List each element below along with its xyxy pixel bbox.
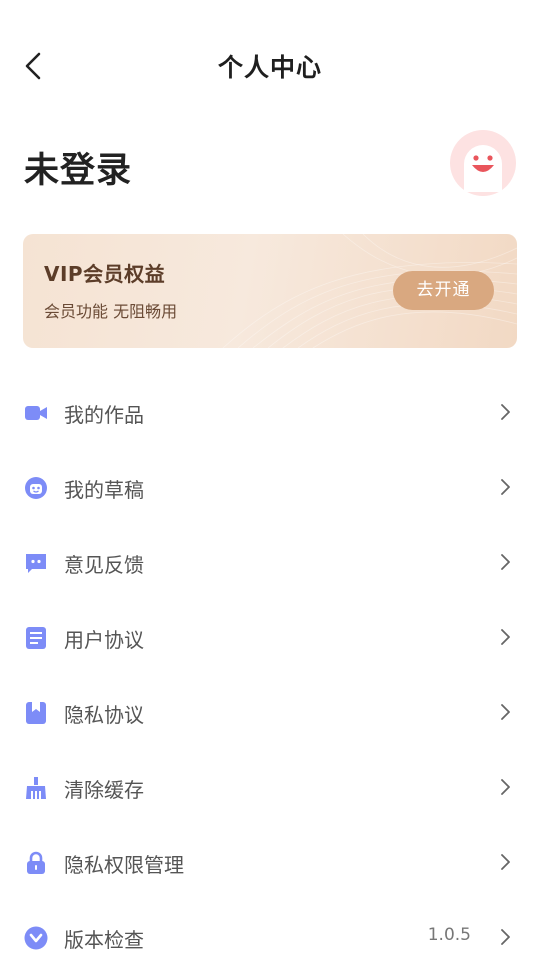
menu-item-user-agreement[interactable]: 用户协议 (0, 600, 540, 675)
open-vip-button[interactable]: 去开通 (393, 271, 494, 310)
menu-item-label: 我的作品 (64, 403, 144, 427)
menu-item-label: 我的草稿 (64, 478, 144, 502)
menu-item-label: 版本检查 (64, 928, 144, 952)
chevron-right-icon (497, 626, 513, 648)
lock-icon (24, 851, 48, 875)
version-number: 1.0.5 (427, 925, 471, 945)
chat-bubble-icon (24, 551, 48, 575)
menu-item-my-drafts[interactable]: 我的草稿 (0, 450, 540, 525)
bookmark-icon (24, 701, 48, 725)
chevron-right-icon (497, 701, 513, 723)
vip-subtitle: 会员功能 无阻畅用 (44, 302, 178, 321)
page-title: 个人中心 (217, 53, 322, 82)
settings-menu: 我的作品 我的草稿 意见反馈 用户协议 隐私协议 清除缓存 隐私权限管理 版本检… (0, 375, 540, 975)
chevron-right-icon (497, 851, 513, 873)
menu-item-label: 隐私权限管理 (64, 853, 184, 877)
menu-item-privacy-agreement[interactable]: 隐私协议 (0, 675, 540, 750)
document-icon (24, 626, 48, 650)
robot-face-icon (24, 476, 48, 500)
menu-item-label: 清除缓存 (64, 778, 144, 802)
menu-item-version-check[interactable]: 版本检查 1.0.5 (0, 900, 540, 975)
menu-item-label: 意见反馈 (64, 553, 144, 577)
broom-icon (24, 776, 48, 800)
chevron-right-icon (497, 551, 513, 573)
menu-item-privacy-permissions[interactable]: 隐私权限管理 (0, 825, 540, 900)
chevron-right-icon (497, 926, 513, 948)
user-name[interactable]: 未登录 (24, 142, 132, 193)
top-bar: 个人中心 (0, 0, 540, 132)
menu-item-clear-cache[interactable]: 清除缓存 (0, 750, 540, 825)
vip-card[interactable]: VIP会员权益 会员功能 无阻畅用 去开通 (23, 234, 517, 348)
chevron-right-icon (497, 476, 513, 498)
video-camera-icon (24, 401, 48, 425)
menu-item-my-works[interactable]: 我的作品 (0, 375, 540, 450)
chevron-right-icon (497, 776, 513, 798)
menu-item-feedback[interactable]: 意见反馈 (0, 525, 540, 600)
vip-title: VIP会员权益 (44, 262, 166, 286)
menu-item-label: 用户协议 (64, 628, 144, 652)
user-profile-row[interactable]: 未登录 (0, 128, 540, 208)
smiley-avatar-icon[interactable] (450, 130, 516, 196)
version-check-icon (24, 926, 48, 950)
menu-item-label: 隐私协议 (64, 703, 144, 727)
chevron-right-icon (497, 401, 513, 423)
